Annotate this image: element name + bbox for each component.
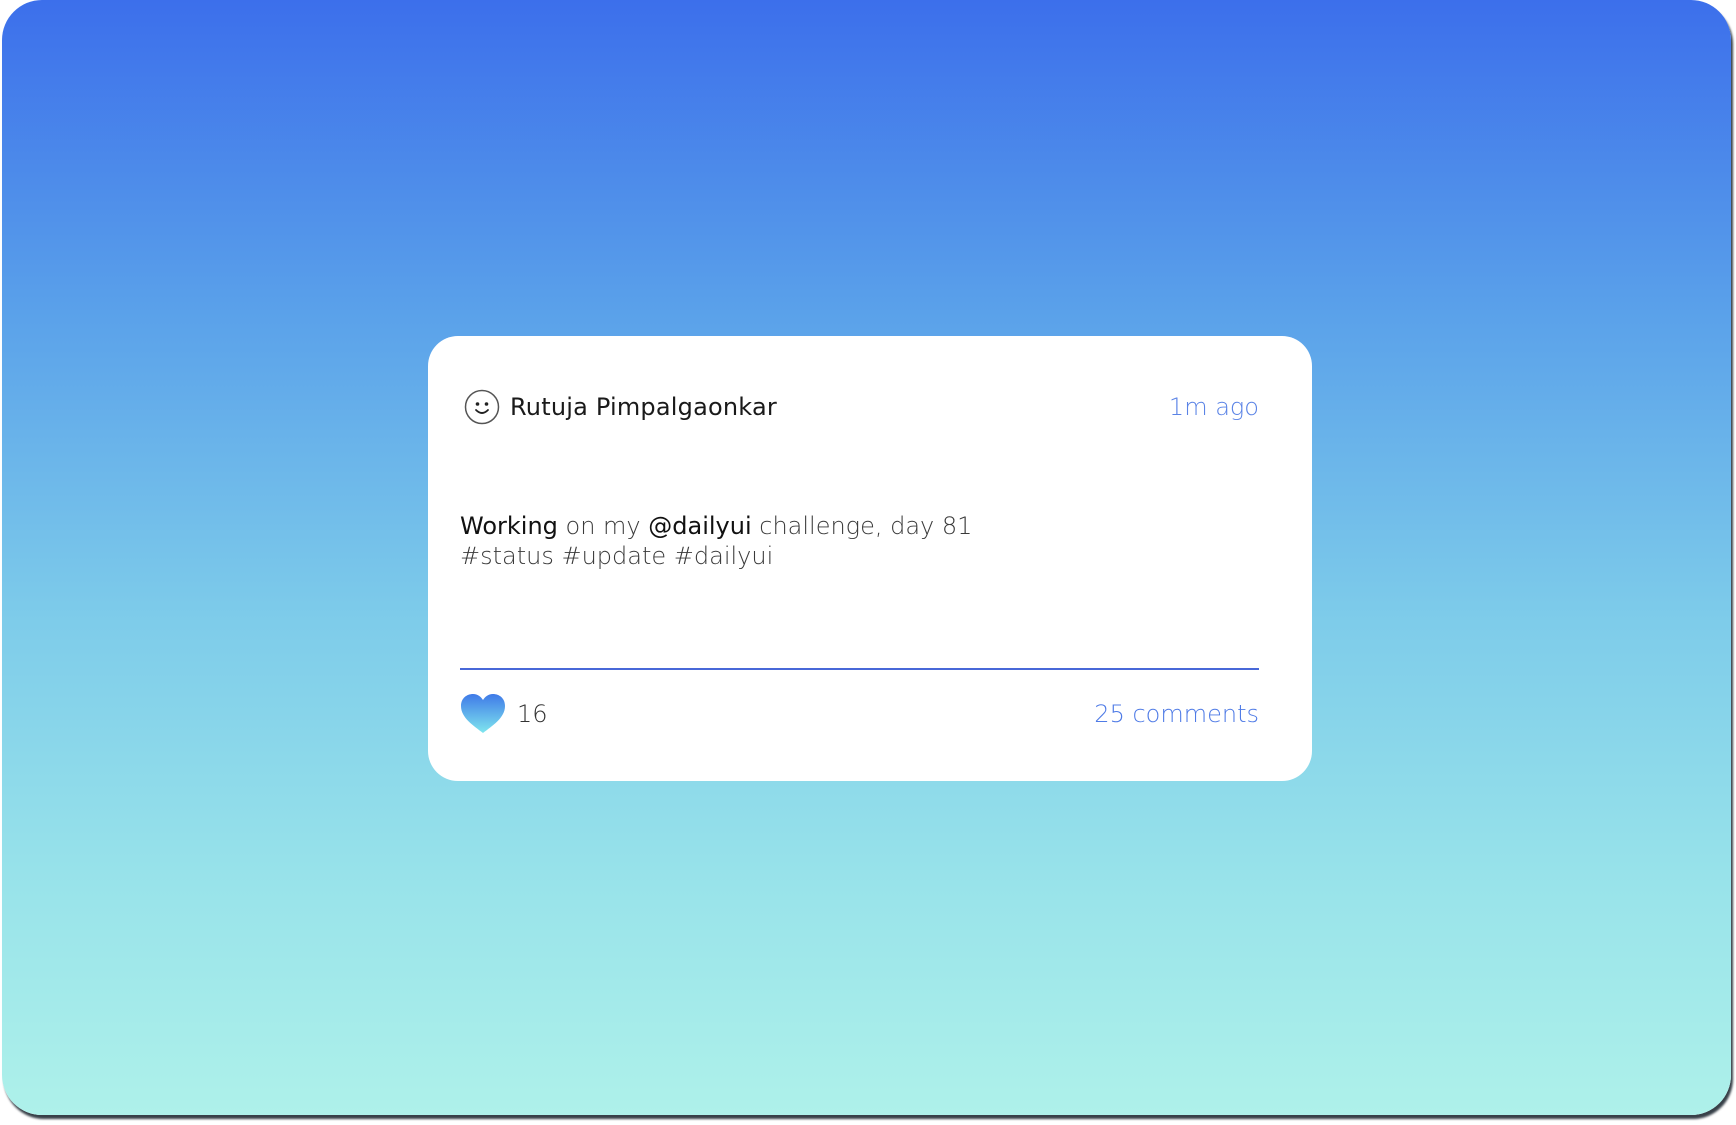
comments-link[interactable]: 25 comments	[1094, 700, 1259, 728]
post-header: Rutuja Pimpalgaonkar 1m ago	[464, 389, 1259, 425]
background-frame: Rutuja Pimpalgaonkar 1m ago Working on m…	[2, 0, 1731, 1115]
smiley-face-icon[interactable]	[464, 389, 500, 425]
post-body: Working on my @dailyui challenge, day 81…	[460, 511, 1262, 571]
heart-icon[interactable]	[460, 693, 506, 735]
post-footer: 16 25 comments	[460, 693, 1259, 735]
post-timestamp: 1m ago	[1168, 393, 1259, 421]
status-update-card: Rutuja Pimpalgaonkar 1m ago Working on m…	[428, 336, 1312, 781]
mention-link[interactable]: @dailyui	[648, 512, 751, 540]
hashtags[interactable]: #status #update #dailyui	[460, 541, 1262, 571]
like-count: 16	[517, 700, 548, 728]
author-name[interactable]: Rutuja Pimpalgaonkar	[510, 393, 777, 421]
post-body-word: Working	[460, 512, 558, 540]
divider	[460, 668, 1259, 670]
post-body-text: on my	[557, 512, 649, 540]
post-body-text: challenge, day 81	[751, 512, 973, 540]
post-body-line-1: Working on my @dailyui challenge, day 81	[460, 511, 1262, 541]
